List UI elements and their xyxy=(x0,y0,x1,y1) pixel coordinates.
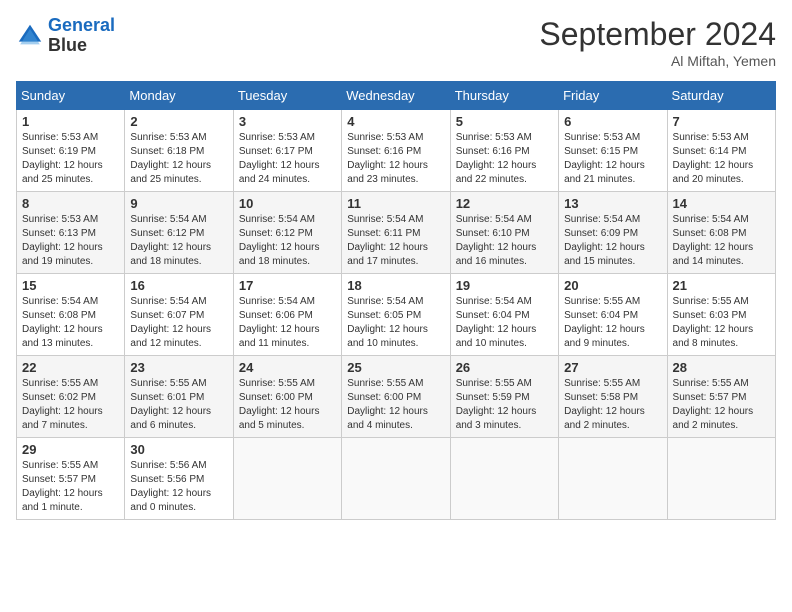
day-cell-20: 20 Sunrise: 5:55 AMSunset: 6:04 PMDaylig… xyxy=(559,274,667,356)
title-block: September 2024 Al Miftah, Yemen xyxy=(539,16,776,69)
day-cell-26: 26 Sunrise: 5:55 AMSunset: 5:59 PMDaylig… xyxy=(450,356,558,438)
day-cell-3: 3 Sunrise: 5:53 AMSunset: 6:17 PMDayligh… xyxy=(233,110,341,192)
day-cell-19: 19 Sunrise: 5:54 AMSunset: 6:04 PMDaylig… xyxy=(450,274,558,356)
page-header: General Blue September 2024 Al Miftah, Y… xyxy=(16,16,776,69)
day-cell-7: 7 Sunrise: 5:53 AMSunset: 6:14 PMDayligh… xyxy=(667,110,775,192)
day-cell-23: 23 Sunrise: 5:55 AMSunset: 6:01 PMDaylig… xyxy=(125,356,233,438)
day-cell-18: 18 Sunrise: 5:54 AMSunset: 6:05 PMDaylig… xyxy=(342,274,450,356)
calendar-table: Sunday Monday Tuesday Wednesday Thursday… xyxy=(16,81,776,520)
table-row: 22 Sunrise: 5:55 AMSunset: 6:02 PMDaylig… xyxy=(17,356,776,438)
header-saturday: Saturday xyxy=(667,82,775,110)
day-cell-12: 12 Sunrise: 5:54 AMSunset: 6:10 PMDaylig… xyxy=(450,192,558,274)
empty-cell xyxy=(342,438,450,520)
day-cell-9: 9 Sunrise: 5:54 AMSunset: 6:12 PMDayligh… xyxy=(125,192,233,274)
day-cell-17: 17 Sunrise: 5:54 AMSunset: 6:06 PMDaylig… xyxy=(233,274,341,356)
logo-text: General Blue xyxy=(48,16,115,56)
day-cell-16: 16 Sunrise: 5:54 AMSunset: 6:07 PMDaylig… xyxy=(125,274,233,356)
day-cell-15: 15 Sunrise: 5:54 AMSunset: 6:08 PMDaylig… xyxy=(17,274,125,356)
day-cell-5: 5 Sunrise: 5:53 AMSunset: 6:16 PMDayligh… xyxy=(450,110,558,192)
header-thursday: Thursday xyxy=(450,82,558,110)
day-cell-24: 24 Sunrise: 5:55 AMSunset: 6:00 PMDaylig… xyxy=(233,356,341,438)
day-cell-28: 28 Sunrise: 5:55 AMSunset: 5:57 PMDaylig… xyxy=(667,356,775,438)
day-cell-13: 13 Sunrise: 5:54 AMSunset: 6:09 PMDaylig… xyxy=(559,192,667,274)
header-tuesday: Tuesday xyxy=(233,82,341,110)
day-cell-6: 6 Sunrise: 5:53 AMSunset: 6:15 PMDayligh… xyxy=(559,110,667,192)
day-cell-8: 8 Sunrise: 5:53 AMSunset: 6:13 PMDayligh… xyxy=(17,192,125,274)
empty-cell xyxy=(450,438,558,520)
header-sunday: Sunday xyxy=(17,82,125,110)
empty-cell xyxy=(667,438,775,520)
day-cell-1: 1 Sunrise: 5:53 AMSunset: 6:19 PMDayligh… xyxy=(17,110,125,192)
day-cell-30: 30 Sunrise: 5:56 AMSunset: 5:56 PMDaylig… xyxy=(125,438,233,520)
empty-cell xyxy=(233,438,341,520)
empty-cell xyxy=(559,438,667,520)
table-row: 8 Sunrise: 5:53 AMSunset: 6:13 PMDayligh… xyxy=(17,192,776,274)
header-row: Sunday Monday Tuesday Wednesday Thursday… xyxy=(17,82,776,110)
location: Al Miftah, Yemen xyxy=(539,53,776,69)
day-cell-10: 10 Sunrise: 5:54 AMSunset: 6:12 PMDaylig… xyxy=(233,192,341,274)
header-friday: Friday xyxy=(559,82,667,110)
month-title: September 2024 xyxy=(539,16,776,53)
table-row: 15 Sunrise: 5:54 AMSunset: 6:08 PMDaylig… xyxy=(17,274,776,356)
day-cell-11: 11 Sunrise: 5:54 AMSunset: 6:11 PMDaylig… xyxy=(342,192,450,274)
table-row: 1 Sunrise: 5:53 AMSunset: 6:19 PMDayligh… xyxy=(17,110,776,192)
day-cell-14: 14 Sunrise: 5:54 AMSunset: 6:08 PMDaylig… xyxy=(667,192,775,274)
day-cell-22: 22 Sunrise: 5:55 AMSunset: 6:02 PMDaylig… xyxy=(17,356,125,438)
day-cell-25: 25 Sunrise: 5:55 AMSunset: 6:00 PMDaylig… xyxy=(342,356,450,438)
header-monday: Monday xyxy=(125,82,233,110)
table-row: 29 Sunrise: 5:55 AMSunset: 5:57 PMDaylig… xyxy=(17,438,776,520)
day-cell-29: 29 Sunrise: 5:55 AMSunset: 5:57 PMDaylig… xyxy=(17,438,125,520)
day-cell-27: 27 Sunrise: 5:55 AMSunset: 5:58 PMDaylig… xyxy=(559,356,667,438)
day-cell-4: 4 Sunrise: 5:53 AMSunset: 6:16 PMDayligh… xyxy=(342,110,450,192)
header-wednesday: Wednesday xyxy=(342,82,450,110)
day-cell-2: 2 Sunrise: 5:53 AMSunset: 6:18 PMDayligh… xyxy=(125,110,233,192)
logo: General Blue xyxy=(16,16,115,56)
logo-icon xyxy=(16,22,44,50)
day-cell-21: 21 Sunrise: 5:55 AMSunset: 6:03 PMDaylig… xyxy=(667,274,775,356)
